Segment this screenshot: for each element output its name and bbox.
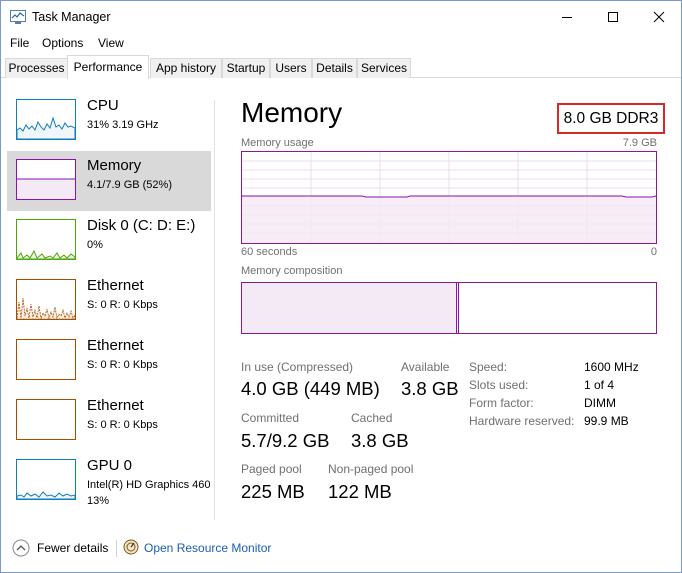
paged-pool-value: 225 MB [241, 481, 305, 502]
performance-content: CPU 31% 3.19 GHz Memory 4.1/7.9 GB (52%)… [1, 78, 681, 530]
memory-spec-badge: 8.0 GB DDR3 [557, 103, 665, 134]
maximize-button[interactable] [590, 1, 636, 33]
disk-thumbnail-graph [16, 219, 76, 260]
cached-value: 3.8 GB [351, 430, 409, 451]
non-paged-pool-value: 122 MB [328, 481, 392, 502]
sidebar-title-memory: Memory [87, 157, 142, 174]
task-manager-window: Task Manager File Options View Processes… [0, 0, 682, 573]
fewer-details-button[interactable]: Fewer details [37, 541, 108, 555]
cpu-thumbnail-graph [16, 99, 76, 140]
resource-monitor-icon [123, 539, 139, 555]
sidebar-usage-gpu: 13% [87, 495, 110, 507]
in-use-label: In use (Compressed) [241, 360, 354, 374]
committed-label: Committed [241, 411, 300, 425]
hardware-reserved-value: 99.9 MB [584, 414, 629, 428]
memory-thumbnail-graph [16, 159, 76, 200]
task-manager-app-icon [10, 10, 26, 24]
speed-label: Speed: [469, 360, 508, 374]
sidebar-title-ethernet-3: Ethernet [87, 397, 144, 414]
speed-value: 1600 MHz [584, 360, 639, 374]
sidebar-title-gpu: GPU 0 [87, 457, 133, 474]
hardware-reserved-label: Hardware reserved: [469, 414, 575, 428]
memory-composition-label: Memory composition [241, 265, 343, 277]
minimize-icon [562, 17, 572, 18]
ethernet-2-thumbnail-graph [16, 339, 76, 380]
slots-used-label: Slots used: [469, 378, 529, 392]
sidebar-detail-ethernet-2: S: 0 R: 0 Kbps [87, 359, 158, 371]
sidebar-title-ethernet-2: Ethernet [87, 337, 144, 354]
sidebar-title-disk: Disk 0 (C: D: E:) [87, 217, 196, 234]
tab-startup[interactable]: Startup [222, 58, 270, 78]
footer-separator [116, 540, 117, 557]
menu-view[interactable]: View [98, 36, 124, 50]
gpu-thumbnail-graph [16, 459, 76, 500]
maximize-icon [608, 12, 618, 22]
close-icon [653, 11, 665, 23]
sidebar-detail-ethernet-1: S: 0 R: 0 Kbps [87, 299, 158, 311]
sidebar-item-disk[interactable]: Disk 0 (C: D: E:) 0% [7, 211, 211, 271]
form-factor-value: DIMM [584, 396, 616, 410]
sidebar-item-gpu[interactable]: GPU 0 Intel(R) HD Graphics 460 13% [7, 451, 211, 517]
sidebar-detail-ethernet-3: S: 0 R: 0 Kbps [87, 419, 158, 431]
sidebar-detail-disk: 0% [87, 239, 103, 251]
ethernet-1-thumbnail-graph [16, 279, 76, 320]
sidebar-item-ethernet-3[interactable]: Ethernet S: 0 R: 0 Kbps [7, 391, 211, 451]
sidebar-title-cpu: CPU [87, 97, 119, 114]
sidebar-item-ethernet-2[interactable]: Ethernet S: 0 R: 0 Kbps [7, 331, 211, 391]
ethernet-3-thumbnail-graph [16, 399, 76, 440]
sidebar-detail-cpu: 31% 3.19 GHz [87, 119, 159, 131]
menu-file[interactable]: File [10, 36, 29, 50]
committed-value: 5.7/9.2 GB [241, 430, 330, 451]
form-factor-label: Form factor: [469, 396, 534, 410]
menu-options[interactable]: Options [42, 36, 83, 50]
tab-processes[interactable]: Processes [5, 58, 68, 78]
minimize-button[interactable] [544, 1, 590, 33]
title-bar[interactable]: Task Manager [1, 1, 681, 33]
available-value: 3.8 GB [401, 378, 459, 399]
slots-used-value: 1 of 4 [584, 378, 615, 392]
window-title: Task Manager [32, 10, 111, 24]
memory-usage-graph [241, 151, 657, 244]
sidebar-item-memory[interactable]: Memory 4.1/7.9 GB (52%) [7, 151, 211, 211]
memory-usage-max: 7.9 GB [622, 137, 657, 149]
sidebar-title-ethernet-1: Ethernet [87, 277, 144, 294]
sidebar-divider [214, 100, 215, 520]
sidebar-detail-gpu: Intel(R) HD Graphics 460 [87, 479, 211, 491]
sidebar-item-cpu[interactable]: CPU 31% 3.19 GHz [7, 91, 211, 151]
page-title: Memory [241, 97, 343, 128]
tab-app-history[interactable]: App history [150, 58, 222, 78]
cached-label: Cached [351, 411, 393, 425]
paged-pool-label: Paged pool [241, 462, 302, 476]
sidebar-item-ethernet-1[interactable]: Ethernet S: 0 R: 0 Kbps [7, 271, 211, 331]
available-label: Available [401, 360, 450, 374]
footer-bar: Fewer details Open Resource Monitor [1, 530, 681, 572]
tab-strip: Processes Performance App history Startu… [1, 53, 681, 79]
chevron-up-icon[interactable] [12, 539, 30, 557]
tab-performance[interactable]: Performance [67, 55, 149, 79]
time-axis-label: 60 seconds [241, 246, 298, 258]
memory-usage-label: Memory usage [241, 137, 314, 149]
open-resource-monitor-link[interactable]: Open Resource Monitor [144, 541, 271, 555]
sidebar-detail-memory: 4.1/7.9 GB (52%) [87, 179, 172, 191]
time-axis-zero: 0 [650, 246, 657, 258]
tab-services[interactable]: Services [357, 58, 411, 78]
menu-bar: File Options View [1, 33, 681, 53]
memory-composition-bar [241, 282, 657, 334]
in-use-value: 4.0 GB (449 MB) [241, 378, 380, 399]
tab-users[interactable]: Users [270, 58, 312, 78]
close-button[interactable] [636, 1, 682, 33]
tab-details[interactable]: Details [312, 58, 357, 78]
non-paged-pool-label: Non-paged pool [328, 462, 414, 476]
